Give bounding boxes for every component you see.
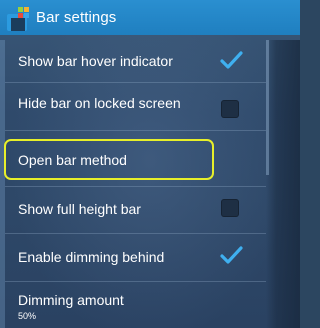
scrollbar[interactable] bbox=[266, 40, 269, 175]
checkbox-checked-icon[interactable] bbox=[219, 50, 243, 70]
setting-hide-bar-locked[interactable]: Hide bar on locked screen bbox=[5, 83, 266, 128]
right-edge-panel bbox=[266, 40, 300, 328]
setting-show-full-height-bar[interactable]: Show full height bar bbox=[5, 188, 266, 229]
settings-screen: Bar settings Show bar hover indicator Hi… bbox=[0, 0, 300, 328]
checkbox-unchecked[interactable] bbox=[221, 199, 239, 217]
app-grid-icon[interactable] bbox=[6, 5, 32, 31]
divider bbox=[5, 130, 266, 131]
checkbox-unchecked[interactable] bbox=[221, 100, 239, 118]
title-bar: Bar settings bbox=[0, 0, 300, 35]
setting-value: 50% bbox=[18, 311, 37, 321]
checkbox-checked-icon[interactable] bbox=[219, 245, 243, 265]
setting-label: Dimming amount bbox=[18, 292, 124, 308]
setting-enable-dimming[interactable]: Enable dimming behind bbox=[5, 236, 266, 277]
setting-label: Enable dimming behind bbox=[18, 248, 165, 265]
setting-label: Show full height bar bbox=[18, 200, 141, 217]
divider bbox=[5, 186, 266, 187]
setting-label: Show bar hover indicator bbox=[18, 52, 173, 69]
divider bbox=[5, 233, 266, 234]
setting-label: Hide bar on locked screen bbox=[18, 95, 181, 111]
page-title: Bar settings bbox=[36, 9, 117, 26]
highlight-box bbox=[4, 139, 214, 180]
setting-show-hover-indicator[interactable]: Show bar hover indicator bbox=[5, 40, 266, 81]
setting-dimming-amount[interactable]: Dimming amount 50% bbox=[5, 284, 266, 328]
divider bbox=[5, 281, 266, 282]
